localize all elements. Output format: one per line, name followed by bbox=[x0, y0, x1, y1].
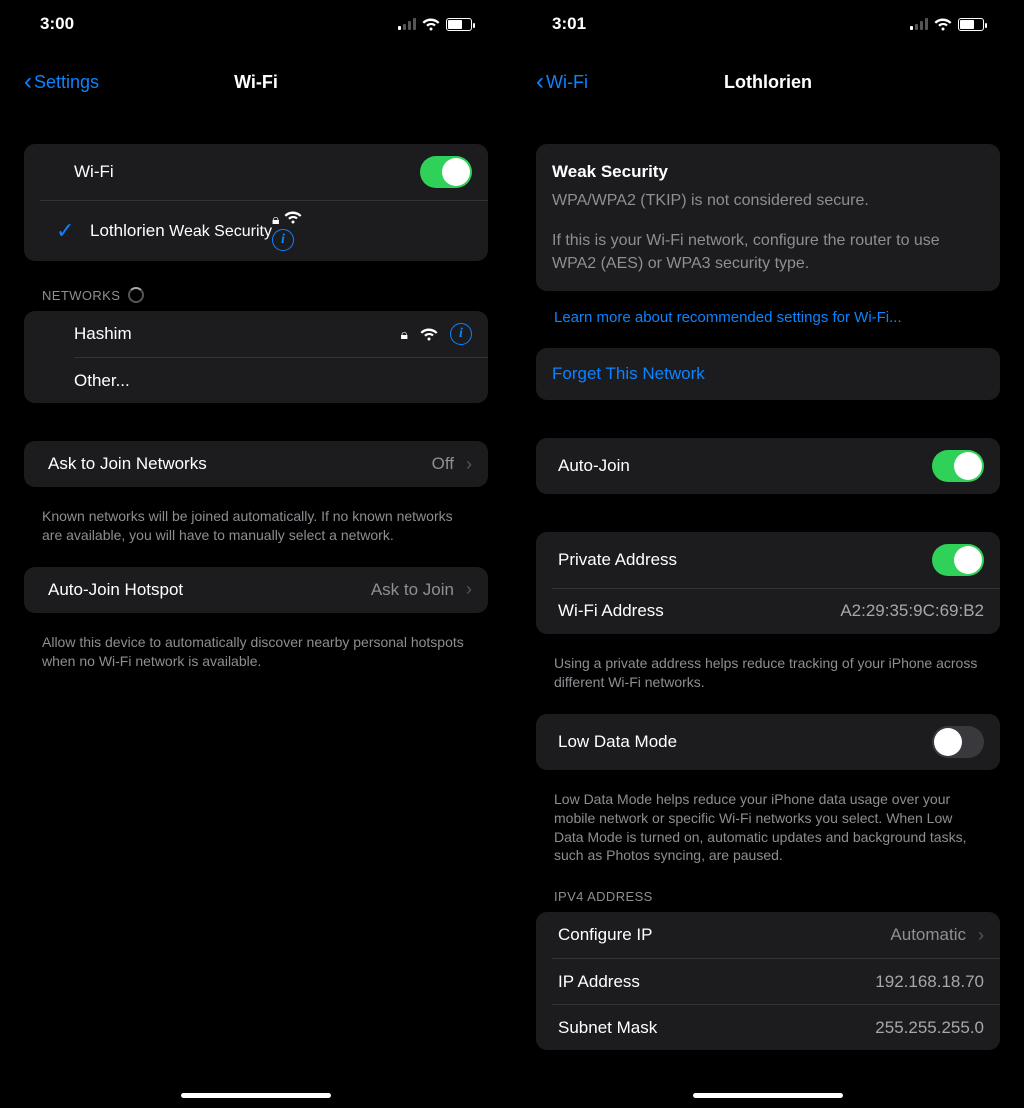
autojoin-group: Auto-Join bbox=[536, 438, 1000, 494]
connected-network-row[interactable]: ✓ Lothlorien Weak Security 🔒︎ i bbox=[40, 200, 488, 261]
ip-address-label: IP Address bbox=[558, 972, 875, 992]
page-title: Lothlorien bbox=[536, 72, 1000, 93]
hotspot-row[interactable]: Auto-Join Hotspot Ask to Join › bbox=[24, 567, 488, 613]
nav-bar: ‹ Settings Wi-Fi bbox=[24, 58, 488, 106]
lowdata-toggle[interactable] bbox=[932, 726, 984, 758]
ipv4-group: Configure IP Automatic › IP Address 192.… bbox=[536, 912, 1000, 1050]
warning-line1: WPA/WPA2 (TKIP) is not considered secure… bbox=[552, 190, 984, 212]
autojoin-label: Auto-Join bbox=[558, 456, 932, 476]
configure-ip-label: Configure IP bbox=[558, 925, 890, 945]
private-address-footer: Using a private address helps reduce tra… bbox=[536, 648, 1000, 714]
lock-icon: 🔒︎ bbox=[401, 326, 408, 343]
lowdata-footer: Low Data Mode helps reduce your iPhone d… bbox=[536, 784, 1000, 888]
chevron-right-icon: › bbox=[466, 454, 472, 475]
wifi-icon bbox=[422, 18, 440, 31]
wifi-address-value: A2:29:35:9C:69:B2 bbox=[840, 601, 984, 621]
chevron-right-icon: › bbox=[978, 925, 984, 946]
warning-line2: If this is your Wi-Fi network, configure… bbox=[552, 230, 984, 275]
battery-icon bbox=[958, 18, 984, 31]
back-label: Wi-Fi bbox=[546, 72, 588, 93]
forget-network-button[interactable]: Forget This Network bbox=[536, 348, 1000, 400]
network-detail-screen: 3:01 ‹ Wi-Fi Lothlorien Weak Security WP… bbox=[512, 0, 1024, 1108]
lowdata-label: Low Data Mode bbox=[558, 732, 932, 752]
wifi-toggle-group: Wi-Fi ✓ Lothlorien Weak Security 🔒︎ i bbox=[24, 144, 488, 261]
other-label: Other... bbox=[74, 371, 472, 391]
wifi-settings-screen: 3:00 ‹ Settings Wi-Fi Wi-Fi ✓ bbox=[0, 0, 512, 1108]
chevron-left-icon: ‹ bbox=[536, 70, 544, 94]
home-indicator[interactable] bbox=[693, 1093, 843, 1098]
status-indicators bbox=[910, 18, 984, 31]
private-address-label: Private Address bbox=[558, 550, 932, 570]
lowdata-group: Low Data Mode bbox=[536, 714, 1000, 770]
wifi-toggle-row[interactable]: Wi-Fi bbox=[24, 144, 488, 200]
lock-icon: 🔒︎ bbox=[272, 211, 279, 227]
connected-name: Lothlorien bbox=[90, 221, 165, 240]
networks-header: NETWORKS bbox=[24, 275, 488, 311]
network-row[interactable]: Hashim 🔒︎ i bbox=[24, 311, 488, 357]
checkmark-icon: ✓ bbox=[56, 218, 90, 244]
battery-icon bbox=[446, 18, 472, 31]
subnet-label: Subnet Mask bbox=[558, 1018, 875, 1038]
cellular-icon bbox=[910, 18, 928, 30]
hotspot-label: Auto-Join Hotspot bbox=[48, 580, 371, 600]
status-bar: 3:00 bbox=[24, 10, 488, 38]
home-indicator[interactable] bbox=[181, 1093, 331, 1098]
wifi-toggle[interactable] bbox=[420, 156, 472, 188]
ip-address-row: IP Address 192.168.18.70 bbox=[552, 958, 1000, 1004]
info-icon[interactable]: i bbox=[272, 229, 294, 251]
network-name: Hashim bbox=[74, 324, 401, 344]
wifi-address-label: Wi-Fi Address bbox=[558, 601, 840, 621]
back-button[interactable]: ‹ Settings bbox=[24, 70, 99, 94]
connected-sub: Weak Security bbox=[169, 223, 272, 240]
back-button[interactable]: ‹ Wi-Fi bbox=[536, 70, 588, 94]
subnet-value: 255.255.255.0 bbox=[875, 1018, 984, 1038]
subnet-row: Subnet Mask 255.255.255.0 bbox=[552, 1004, 1000, 1050]
wifi-icon bbox=[934, 18, 952, 31]
chevron-left-icon: ‹ bbox=[24, 70, 32, 94]
autojoin-toggle[interactable] bbox=[932, 450, 984, 482]
private-address-toggle[interactable] bbox=[932, 544, 984, 576]
forget-network-group: Forget This Network bbox=[536, 348, 1000, 400]
info-icon[interactable]: i bbox=[450, 323, 472, 345]
autojoin-row[interactable]: Auto-Join bbox=[536, 438, 1000, 494]
security-warning-card: Weak Security WPA/WPA2 (TKIP) is not con… bbox=[536, 144, 1000, 291]
private-address-group: Private Address Wi-Fi Address A2:29:35:9… bbox=[536, 532, 1000, 634]
ask-join-label: Ask to Join Networks bbox=[48, 454, 432, 474]
nav-bar: ‹ Wi-Fi Lothlorien bbox=[536, 58, 1000, 106]
configure-ip-row[interactable]: Configure IP Automatic › bbox=[536, 912, 1000, 958]
wifi-address-row: Wi-Fi Address A2:29:35:9C:69:B2 bbox=[552, 588, 1000, 634]
ask-join-group: Ask to Join Networks Off › bbox=[24, 441, 488, 487]
lowdata-row[interactable]: Low Data Mode bbox=[536, 714, 1000, 770]
wifi-strength-icon bbox=[420, 328, 438, 341]
ask-join-footer: Known networks will be joined automatica… bbox=[24, 501, 488, 567]
ipv4-header: IPV4 ADDRESS bbox=[536, 887, 1000, 912]
hotspot-group: Auto-Join Hotspot Ask to Join › bbox=[24, 567, 488, 613]
wifi-label: Wi-Fi bbox=[74, 162, 420, 182]
hotspot-value: Ask to Join bbox=[371, 580, 454, 600]
configure-ip-value: Automatic bbox=[890, 925, 966, 945]
spinner-icon bbox=[128, 287, 144, 303]
cellular-icon bbox=[398, 18, 416, 30]
status-bar: 3:01 bbox=[536, 10, 1000, 38]
ask-join-row[interactable]: Ask to Join Networks Off › bbox=[24, 441, 488, 487]
chevron-right-icon: › bbox=[466, 579, 472, 600]
ip-address-value: 192.168.18.70 bbox=[875, 972, 984, 992]
warning-title: Weak Security bbox=[552, 160, 984, 184]
ask-join-value: Off bbox=[432, 454, 454, 474]
learn-more-link[interactable]: Learn more about recommended settings fo… bbox=[536, 305, 1000, 348]
status-time: 3:00 bbox=[40, 14, 74, 34]
status-time: 3:01 bbox=[552, 14, 586, 34]
back-label: Settings bbox=[34, 72, 99, 93]
wifi-strength-icon bbox=[284, 211, 302, 224]
private-address-row[interactable]: Private Address bbox=[536, 532, 1000, 588]
hotspot-footer: Allow this device to automatically disco… bbox=[24, 627, 488, 693]
status-indicators bbox=[398, 18, 472, 31]
other-network-row[interactable]: Other... bbox=[74, 357, 488, 403]
networks-group: Hashim 🔒︎ i Other... bbox=[24, 311, 488, 403]
